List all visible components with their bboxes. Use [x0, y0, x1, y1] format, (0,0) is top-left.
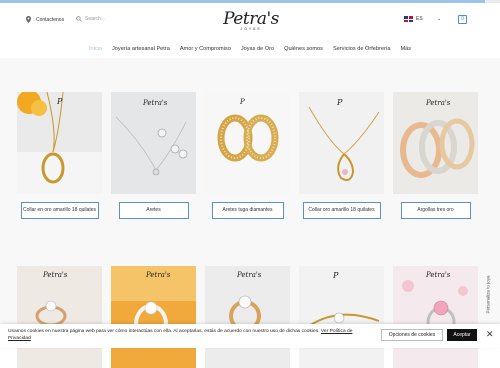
nav-item-quienes-somos[interactable]: Quiénes somos	[279, 46, 328, 58]
svg-text:P: P	[56, 97, 63, 106]
svg-text:Petra's: Petra's	[425, 99, 451, 107]
product-image-earrings[interactable]: Petra's	[111, 92, 196, 194]
search-input[interactable]: Search...	[76, 16, 105, 22]
accept-cookies-button[interactable]: Aceptar	[447, 329, 477, 341]
product-button[interactable]: Aretes tuga diamantes	[211, 202, 284, 219]
product-button[interactable]: Aretes	[118, 202, 189, 219]
svg-text:P: P	[336, 98, 343, 107]
nav-item-joyeria-artesanal[interactable]: Joyería artesanal Petra	[107, 46, 175, 58]
product-button[interactable]: Argollas tres oro	[400, 202, 471, 219]
contact-label: Contactenos	[36, 16, 65, 23]
dominican-flag-icon	[404, 16, 413, 22]
svg-text:Petra's: Petra's	[425, 271, 451, 279]
product-button[interactable]: Collar en oro amarillo 18 quilates	[20, 202, 99, 219]
product-image-hoop-earrings[interactable]: P	[205, 92, 290, 194]
svg-text:Petra's: Petra's	[42, 271, 68, 279]
product-image-ring-2[interactable]: Petra's	[111, 266, 196, 368]
nav-item-servicios-orfebreria[interactable]: Servicios de Orfebrería	[328, 46, 396, 58]
product-button[interactable]: Collar oro amarillo 18 quilates	[302, 202, 381, 219]
logo-text: Petra's	[223, 9, 279, 29]
location-pin-icon	[26, 16, 31, 23]
product-image-ring-3[interactable]: Petra's	[205, 266, 290, 368]
product-image-ring-4[interactable]: P	[299, 266, 384, 368]
customize-tab-label: Personaliza tu joya	[485, 275, 491, 314]
nav-item-joyas-oro[interactable]: Joyas de Oro	[236, 46, 279, 58]
svg-text:Petra's: Petra's	[236, 271, 262, 279]
product-image-pendant-necklace[interactable]: P	[299, 92, 384, 194]
svg-text:P: P	[332, 271, 339, 280]
cookie-options-button[interactable]: Opciones de cookies	[381, 329, 443, 341]
nav-item-amor-compromiso[interactable]: Amor y Compromiso	[175, 46, 236, 58]
cookie-message: Usamos cookies en nuestra página web par…	[8, 328, 373, 342]
cart-count: 0	[461, 16, 464, 22]
svg-text:Petra's: Petra's	[142, 99, 168, 107]
nav-item-inicio[interactable]: Inicio	[84, 46, 107, 58]
language-selector[interactable]: ES	[404, 16, 423, 22]
cart-button[interactable]: 0	[458, 15, 467, 24]
currency-selector[interactable]: ⌄	[437, 16, 441, 22]
search-placeholder: Search...	[85, 16, 106, 22]
top-progress-bar	[0, 0, 500, 3]
cookie-text: Usamos cookies en nuestra página web par…	[8, 329, 320, 334]
svg-text:P: P	[239, 98, 245, 106]
contact-link[interactable]: Contactenos	[26, 16, 64, 23]
customize-side-tab[interactable]: Personaliza tu joya	[484, 266, 492, 332]
nav-item-mas[interactable]: Más	[395, 46, 416, 58]
svg-text:Petra's: Petra's	[145, 271, 171, 279]
chevron-down-icon: ⌄	[437, 16, 442, 22]
product-image-gold-necklace[interactable]: P	[17, 92, 102, 194]
product-image-ring-5[interactable]: Petra's	[393, 266, 478, 368]
language-label: ES	[416, 16, 423, 22]
product-image-wedding-bands[interactable]: Petra's	[393, 92, 478, 194]
site-logo[interactable]: Petra's JOYAS	[220, 11, 282, 37]
site-header: Contactenos Search... Petra's JOYAS ES ⌄…	[0, 4, 500, 56]
search-icon	[76, 16, 82, 22]
main-navigation: Inicio Joyería artesanal Petra Amor y Co…	[0, 46, 500, 58]
close-icon[interactable]: ✕	[486, 329, 494, 339]
product-image-ring-1[interactable]: Petra's	[17, 266, 102, 368]
cookie-banner: Usamos cookies en nuestra página web par…	[0, 324, 500, 348]
